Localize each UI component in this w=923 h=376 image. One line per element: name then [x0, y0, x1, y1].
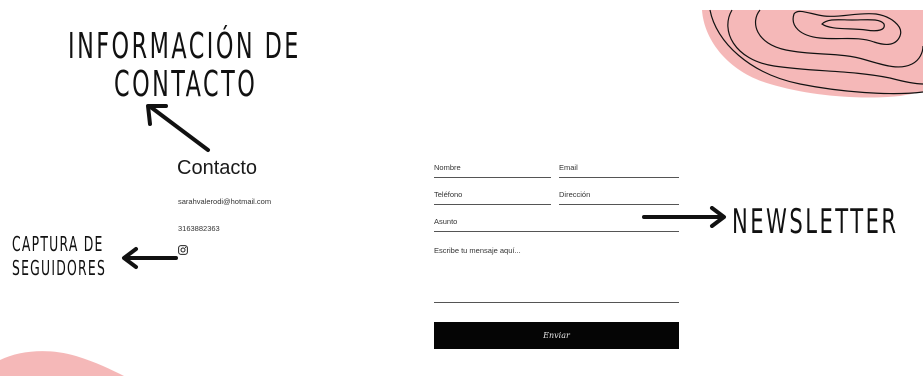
phone-field[interactable]: Teléfono — [434, 190, 551, 205]
contact-title: Contacto — [177, 157, 258, 179]
address-field-label: Dirección — [559, 190, 591, 199]
subject-field-label: Asunto — [434, 217, 458, 226]
submit-button[interactable]: Enviar — [434, 322, 679, 349]
annotation-followers-line1: CAPTURA DE — [12, 232, 104, 256]
name-field-label: Nombre — [434, 163, 461, 172]
message-placeholder: Escribe tu mensaje aquí... — [434, 246, 521, 255]
email-field[interactable]: Email — [559, 163, 679, 178]
message-textarea[interactable]: Escribe tu mensaje aquí... — [434, 246, 679, 303]
decorative-blob-top-right — [702, 9, 923, 98]
contact-email-link[interactable]: sarahvalerodi@hotmail.com — [178, 197, 271, 206]
annotation-contact-info-line1: INFORMACIÓN DE — [68, 26, 301, 67]
annotation-contact-info-line2: CONTACTO — [114, 64, 258, 105]
arrow-to-contact-icon — [146, 104, 210, 152]
annotation-followers-line2: SEGUIDORES — [12, 256, 107, 280]
subject-field[interactable]: Asunto — [434, 217, 679, 232]
phone-field-label: Teléfono — [434, 190, 463, 199]
email-field-label: Email — [559, 163, 578, 172]
decorative-blob-bottom-left — [0, 351, 124, 376]
name-field[interactable]: Nombre — [434, 163, 551, 178]
contact-phone: 3163882363 — [178, 224, 220, 233]
arrow-to-social-icon — [122, 247, 178, 269]
annotation-newsletter: NEWSLETTER — [732, 202, 899, 242]
instagram-icon[interactable] — [178, 245, 188, 255]
address-field[interactable]: Dirección — [559, 190, 679, 205]
